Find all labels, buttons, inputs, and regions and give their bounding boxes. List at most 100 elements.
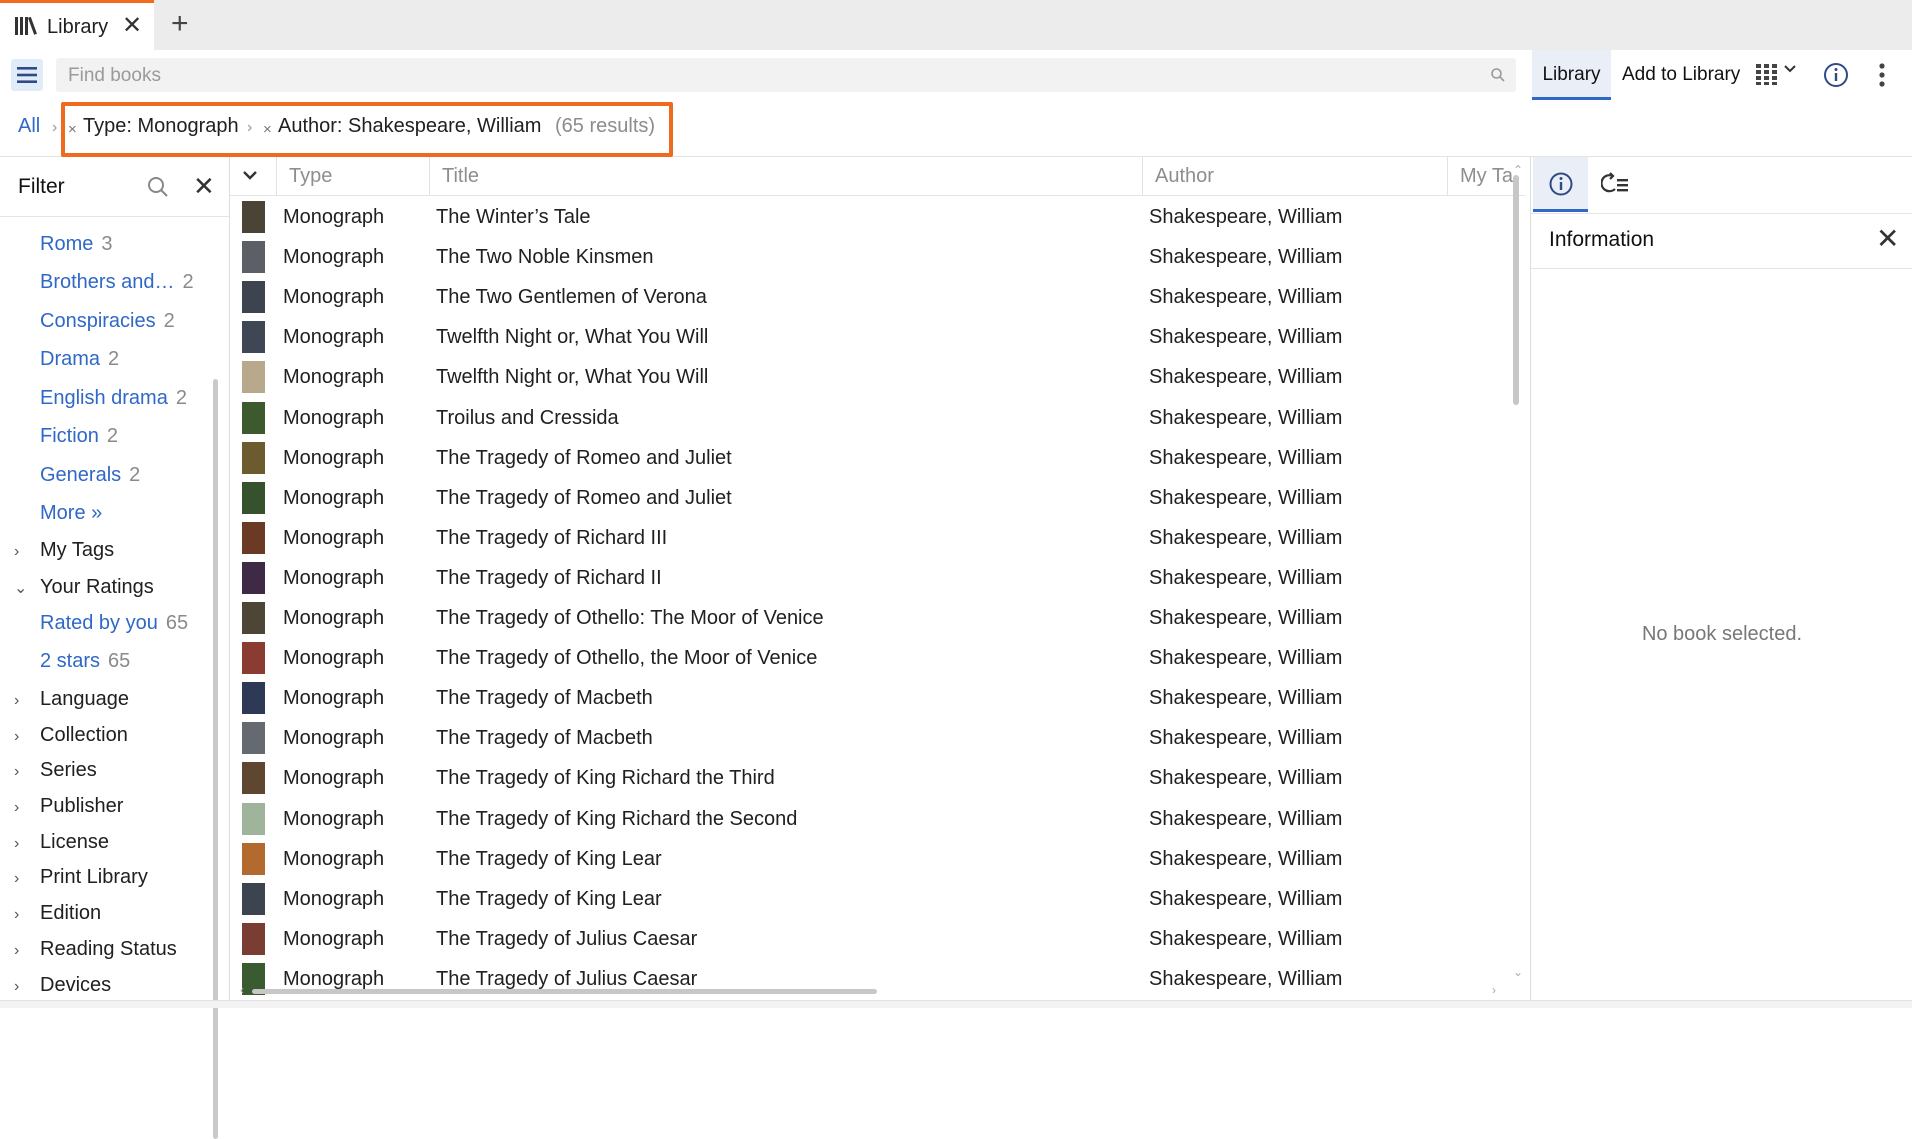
table-row[interactable]: Monograph Twelfth Night or, What You Will… [230, 357, 1520, 397]
section-publisher[interactable]: › Publisher [14, 795, 123, 818]
cell-title: The Tragedy of Othello: The Moor of Veni… [436, 607, 824, 629]
table-row[interactable]: Monograph The Tragedy of Macbeth Shakespea… [230, 678, 1520, 718]
table-vertical-scrollbar[interactable] [1513, 175, 1519, 405]
section-your-ratings[interactable]: ⌄ Your Ratings [14, 576, 154, 599]
add-to-library-button[interactable]: Add to Library [1622, 50, 1740, 100]
filter-item-rated-by-you[interactable]: Rated by you 65 [40, 612, 188, 635]
table-row[interactable]: Monograph The Two Gentlemen of Verona Shak… [230, 277, 1520, 317]
table-row[interactable]: Monograph The Tragedy of Romeo and Juliet… [230, 478, 1520, 518]
table-row[interactable]: Monograph The Tragedy of King Lear Shakesp… [230, 839, 1520, 879]
section-label: Edition [40, 902, 102, 924]
plus-icon[interactable]: + [171, 6, 189, 42]
remove-filter-icon[interactable]: × [263, 121, 272, 138]
filter-item-generals[interactable]: Generals 2 [40, 464, 140, 487]
section-reading-status[interactable]: › Reading Status [14, 938, 177, 961]
close-icon[interactable]: ✕ [122, 11, 142, 41]
cell-author: Shakespeare, William [1149, 246, 1343, 269]
menu-button[interactable] [11, 59, 43, 91]
table-row[interactable]: Monograph The Tragedy of Othello: The Moo… [230, 598, 1520, 638]
table-row[interactable]: Monograph Troilus and Cressida Shakespeare… [230, 398, 1520, 438]
filter-item-count: 2 [182, 271, 194, 293]
scroll-right-icon[interactable]: › [1492, 983, 1496, 997]
sidebar-scrollbar[interactable] [213, 379, 218, 1139]
filter-chip-author[interactable]: Author: Shakespeare, William [278, 115, 541, 138]
table-horizontal-scrollbar[interactable] [252, 989, 877, 994]
tab-library[interactable]: Library ✕ [0, 0, 154, 50]
search-icon[interactable] [146, 175, 170, 204]
tab-bar: Library ✕ + [0, 0, 1912, 51]
info-icon[interactable] [1822, 61, 1850, 94]
chevron-right-icon: › [14, 870, 20, 887]
book-cover-thumbnail [242, 481, 265, 514]
section-collection[interactable]: › Collection [14, 724, 128, 747]
filter-item-count: 2 [163, 310, 175, 332]
section-label: My Tags [40, 539, 115, 561]
column-header-type[interactable]: Type [276, 157, 429, 195]
section-devices[interactable]: › Devices [14, 974, 111, 997]
section-label: Your Ratings [40, 576, 154, 598]
table-row[interactable]: Monograph The Winter’s Tale Shakespeare, W… [230, 197, 1520, 237]
search-input[interactable] [66, 58, 1460, 94]
table-row[interactable]: Monograph The Tragedy of King Richard the… [230, 758, 1520, 798]
cell-title: The Tragedy of Macbeth [436, 687, 653, 710]
filter-item-conspiracies[interactable]: Conspiracies 2 [40, 310, 175, 333]
chevron-down-icon[interactable] [242, 168, 258, 187]
remove-filter-icon[interactable]: × [68, 121, 77, 138]
search-icon[interactable] [1490, 67, 1506, 88]
cell-type: Monograph [283, 486, 385, 509]
cell-type: Monograph [283, 406, 385, 429]
scroll-left-icon[interactable]: ‹ [240, 983, 244, 997]
filter-item-brothers[interactable]: Brothers and… 2 [40, 271, 194, 294]
close-icon[interactable]: ✕ [1876, 224, 1899, 254]
cell-title: The Tragedy of Julius Caesar [436, 927, 698, 950]
grid-view-icon[interactable] [1756, 64, 1780, 91]
table-row[interactable]: Monograph Twelfth Night or, What You Will… [230, 317, 1520, 357]
cell-type: Monograph [283, 927, 385, 950]
section-license[interactable]: › License [14, 831, 109, 854]
filter-title: Filter [18, 175, 65, 198]
table-row[interactable]: Monograph The Tragedy of Richard II Shakes… [230, 558, 1520, 598]
breadcrumb-all-link[interactable]: All [18, 115, 40, 138]
filter-item-label: Rated by you [40, 612, 158, 634]
filter-item-2-stars[interactable]: 2 stars 65 [40, 650, 130, 673]
section-series[interactable]: › Series [14, 759, 97, 782]
more-options-icon[interactable] [1878, 62, 1886, 93]
table-row[interactable]: Monograph The Two Noble Kinsmen Shakespear… [230, 237, 1520, 277]
section-print-library[interactable]: › Print Library [14, 866, 148, 889]
cell-title: The Winter’s Tale [436, 206, 591, 228]
history-list-icon[interactable] [1600, 171, 1631, 202]
cell-title: The Two Gentlemen of Verona [436, 286, 707, 309]
scroll-up-icon[interactable]: ⌃ [1513, 163, 1523, 177]
filter-item-rome[interactable]: Rome 3 [40, 233, 112, 256]
tab-information[interactable] [1533, 157, 1588, 212]
section-my-tags[interactable]: › My Tags [14, 539, 114, 562]
table-header: Type Title Author My Ta [230, 157, 1525, 196]
table-row[interactable]: Monograph The Tragedy of Romeo and Juliet… [230, 438, 1520, 478]
table-row[interactable]: Monograph The Tragedy of King Richard the… [230, 799, 1520, 839]
column-header-title[interactable]: Title [429, 157, 1142, 195]
section-label: Publisher [40, 795, 124, 817]
filter-chip-type[interactable]: Type: Monograph [83, 115, 239, 138]
scroll-down-icon[interactable]: ⌄ [1513, 965, 1523, 979]
filter-item-english-drama[interactable]: English drama 2 [40, 387, 187, 410]
filter-item-count: 65 [108, 650, 131, 672]
divider [0, 216, 229, 217]
table-row[interactable]: Monograph The Tragedy of Macbeth Shakespea… [230, 718, 1520, 758]
column-header-author[interactable]: Author [1142, 157, 1447, 195]
chevron-down-icon[interactable] [1783, 62, 1797, 81]
table-row[interactable]: Monograph The Tragedy of King Lear Shakesp… [230, 879, 1520, 919]
library-button[interactable]: Library [1532, 50, 1611, 100]
table-row[interactable]: Monograph The Tragedy of Julius Caesar Sha… [230, 919, 1520, 959]
filter-item-drama[interactable]: Drama 2 [40, 348, 119, 371]
more-link[interactable]: More » [40, 502, 102, 525]
info-panel-title: Information [1549, 228, 1655, 251]
cell-author: Shakespeare, William [1149, 807, 1343, 830]
column-header-my-tags[interactable]: My Ta [1447, 157, 1513, 195]
section-language[interactable]: › Language [14, 688, 129, 711]
filter-item-fiction[interactable]: Fiction 2 [40, 425, 118, 448]
close-icon[interactable]: ✕ [193, 173, 215, 199]
table-row[interactable]: Monograph The Tragedy of Othello, the Moo… [230, 638, 1520, 678]
table-row[interactable]: Monograph The Tragedy of Richard III Shake… [230, 518, 1520, 558]
result-count: (65 results) [555, 115, 656, 137]
section-edition[interactable]: › Edition [14, 902, 101, 925]
